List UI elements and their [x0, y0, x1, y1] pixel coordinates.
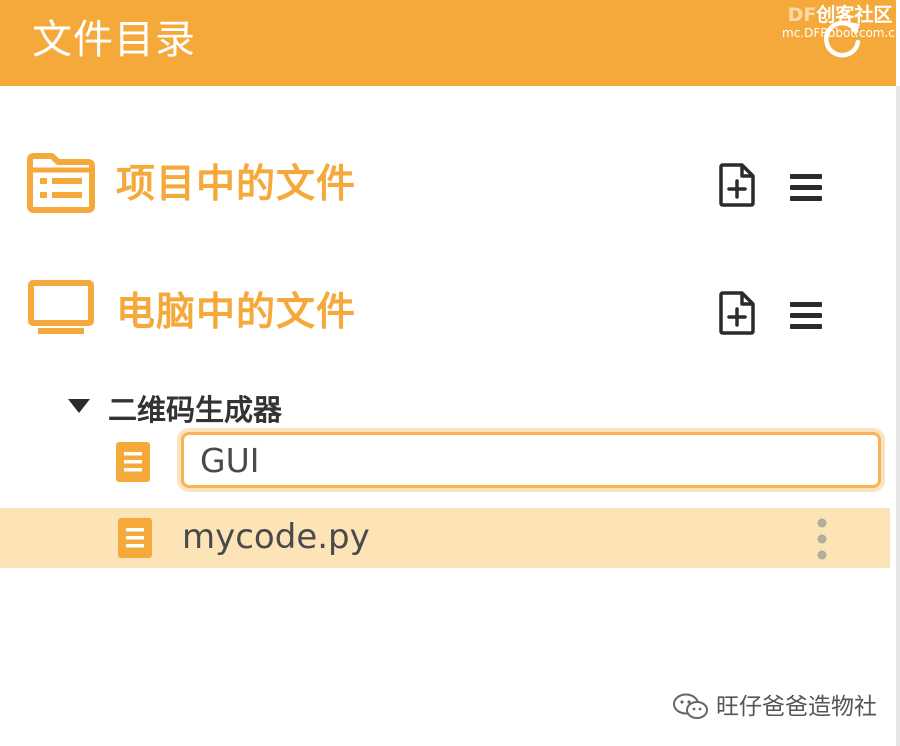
- folder-list-icon: [27, 153, 95, 213]
- file-icon: [118, 518, 152, 558]
- section-computer-files[interactable]: 电脑中的文件: [0, 276, 896, 356]
- header-bar: 文件目录 DF创客社区 mc.DFRobot.com.cn: [0, 0, 900, 86]
- wechat-icon: [673, 693, 708, 719]
- tree-file-row[interactable]: mycode.py: [0, 508, 890, 568]
- menu-icon[interactable]: [786, 298, 826, 334]
- tree-folder[interactable]: 二维码生成器: [0, 388, 896, 434]
- watermark-wechat: 旺仔爸爸造物社: [672, 690, 892, 724]
- watermark-text: 旺仔爸爸造物社: [716, 694, 877, 720]
- section-project-files[interactable]: 项目中的文件: [0, 148, 896, 228]
- file-icon: [116, 442, 150, 482]
- more-options-icon[interactable]: [812, 516, 832, 562]
- watermark-url: mc.DFRobot.com.cn: [782, 26, 900, 40]
- watermark-brand: DF创客社区: [787, 4, 893, 26]
- rename-input[interactable]: [181, 432, 881, 488]
- new-file-icon[interactable]: [716, 162, 758, 208]
- panel-edge: [896, 86, 900, 746]
- new-file-icon[interactable]: [716, 290, 758, 336]
- page-title: 文件目录: [32, 17, 196, 63]
- caret-down-icon[interactable]: [66, 396, 92, 416]
- folder-label: 二维码生成器: [108, 393, 283, 427]
- section-title: 项目中的文件: [116, 162, 357, 207]
- watermark-dfrobot: DF创客社区 mc.DFRobot.com.cn: [782, 4, 900, 40]
- file-explorer-panel: 文件目录 DF创客社区 mc.DFRobot.com.cn 项目中的文件 电脑中…: [0, 0, 900, 746]
- menu-icon[interactable]: [786, 170, 826, 206]
- monitor-icon: [28, 280, 94, 334]
- file-name: mycode.py: [182, 517, 370, 557]
- section-title: 电脑中的文件: [116, 290, 357, 335]
